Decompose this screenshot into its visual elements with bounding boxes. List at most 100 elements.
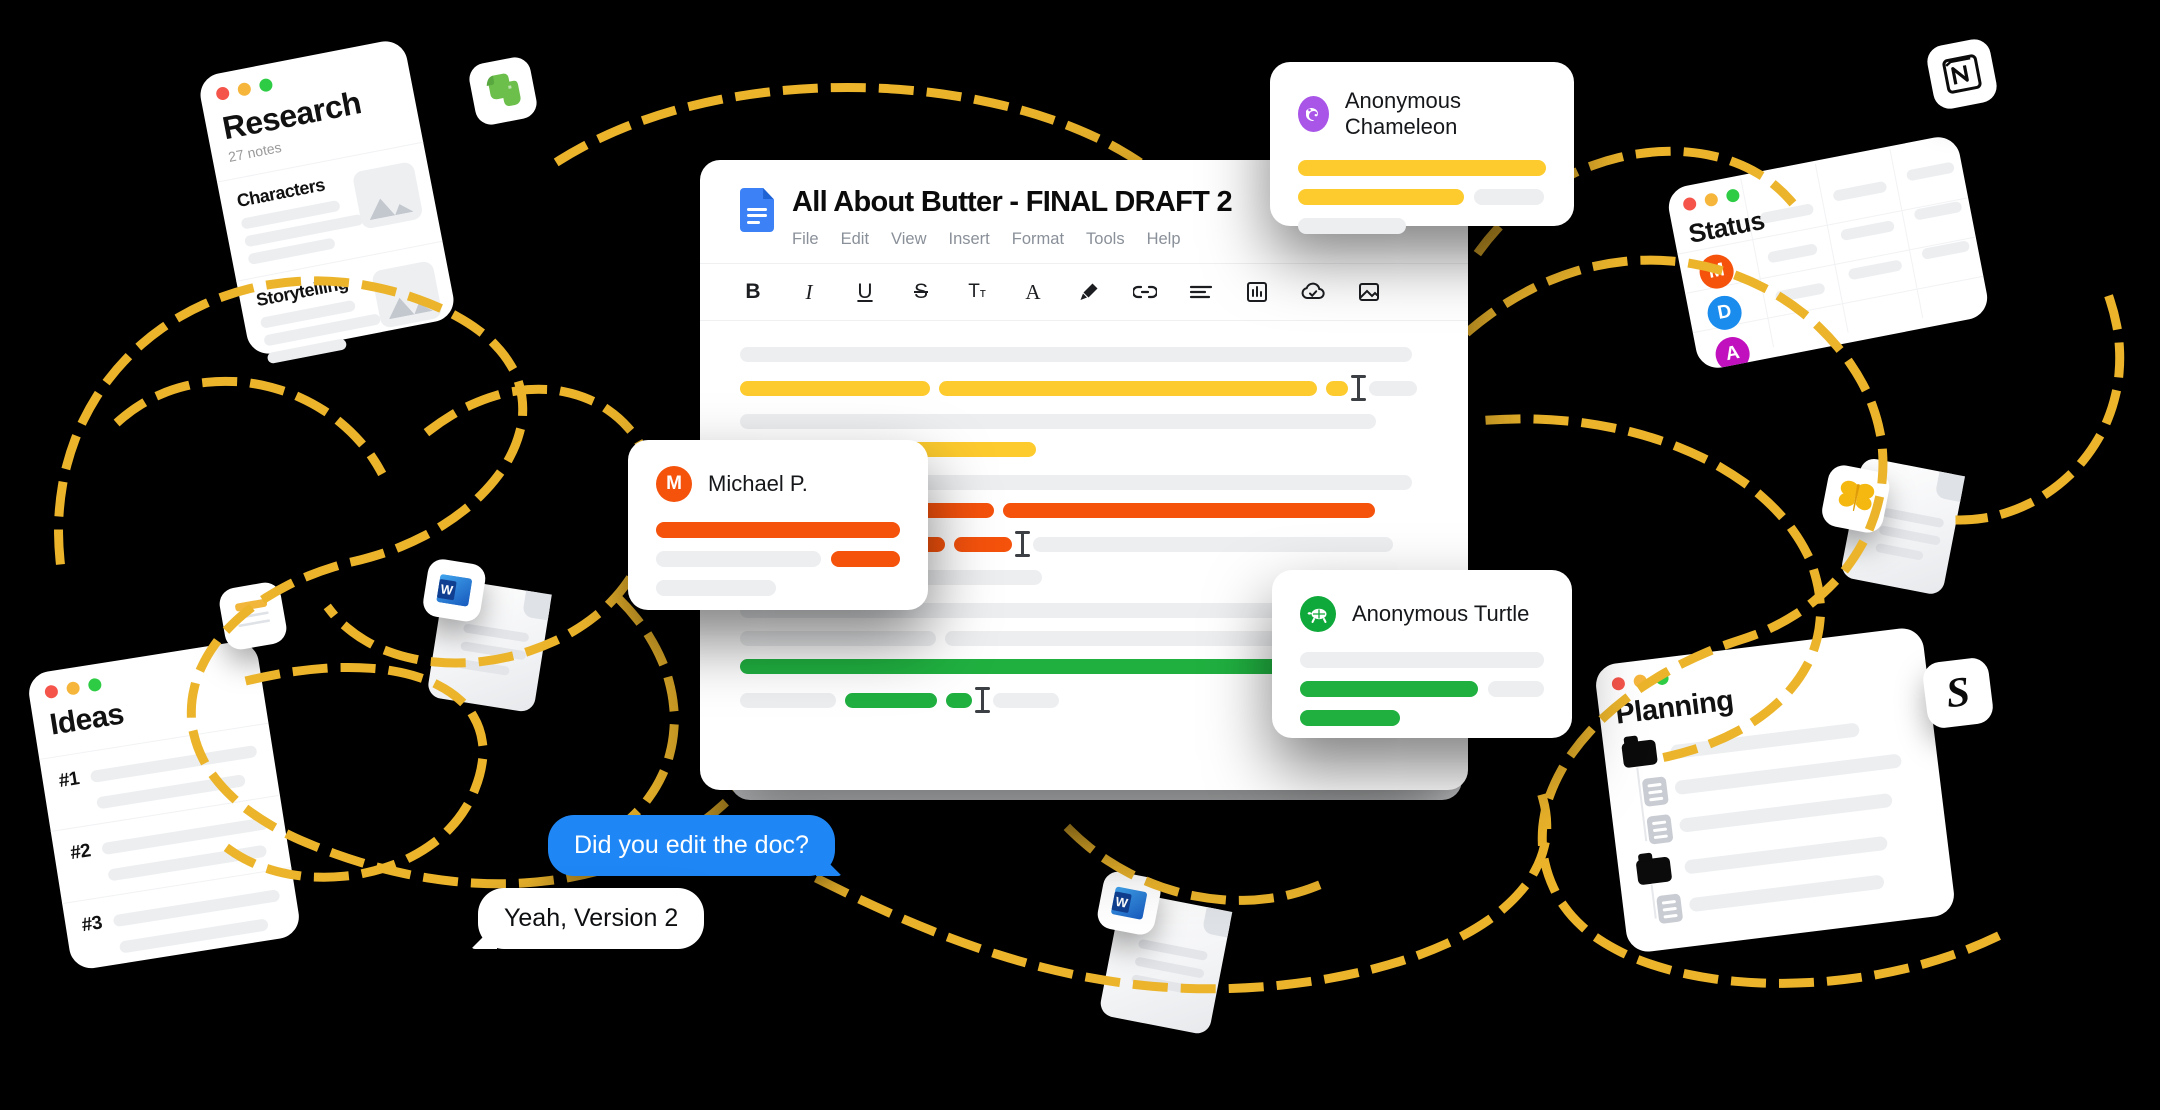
- image-placeholder: [371, 260, 443, 329]
- ulysses-file[interactable]: [1807, 437, 1984, 618]
- google-docs-icon: [740, 188, 774, 232]
- table-cell: [1766, 243, 1819, 264]
- scrivener-glyph: S: [1943, 668, 1973, 718]
- highlight-bar: [1300, 681, 1479, 697]
- collaborator-name: Anonymous Chameleon: [1344, 88, 1462, 139]
- underline-icon[interactable]: U: [852, 279, 878, 305]
- avatar[interactable]: M: [656, 466, 692, 502]
- italic-icon[interactable]: I: [796, 279, 822, 305]
- document-icon[interactable]: [1641, 776, 1669, 807]
- placeholder-bar: [1300, 652, 1544, 668]
- menu-item-view[interactable]: View: [891, 230, 926, 249]
- text-line: [740, 347, 1428, 362]
- chameleon-icon: [1306, 107, 1319, 121]
- collaborator-name: Michael P.: [708, 471, 808, 496]
- evernote-icon[interactable]: [466, 54, 540, 128]
- menu-bar[interactable]: File Edit View Insert Format Tools Help: [792, 230, 1232, 249]
- presence-card-turtle[interactable]: Anonymous Turtle: [1272, 570, 1572, 738]
- insert-image-icon[interactable]: [1356, 279, 1382, 305]
- card-research[interactable]: Research 27 notes Characters Storytellin…: [196, 37, 458, 365]
- highlight-bar: [1300, 710, 1400, 726]
- evernote-elephant-icon: [486, 73, 521, 106]
- card-ideas[interactable]: Ideas #1 #2 #3: [25, 638, 303, 972]
- note-lines-icon: [235, 598, 271, 628]
- idea-index: #1: [57, 768, 81, 793]
- menu-item-help[interactable]: Help: [1147, 230, 1181, 249]
- avatar-initial: D: [1715, 300, 1734, 324]
- placeholder-bar: [656, 551, 821, 567]
- avatar-initial: M: [666, 473, 682, 494]
- table-cell: [1847, 259, 1903, 281]
- cloud-saved-icon[interactable]: [1300, 279, 1326, 305]
- bold-icon[interactable]: B: [740, 279, 766, 305]
- highlight-bar: [656, 522, 900, 538]
- placeholder-bar: [1674, 753, 1903, 796]
- sticky-note-icon[interactable]: [217, 580, 289, 652]
- text-color-icon[interactable]: A: [1020, 279, 1046, 305]
- highlighter-icon[interactable]: [1076, 279, 1102, 305]
- placeholder-bar: [1683, 835, 1889, 875]
- collaborator-name: Anonymous Turtle: [1352, 601, 1530, 626]
- presence-card-chameleon[interactable]: Anonymous Chameleon: [1270, 62, 1574, 234]
- menu-item-edit[interactable]: Edit: [841, 230, 869, 249]
- font-size-icon[interactable]: Tт: [964, 279, 990, 305]
- text-cursor-turtle: [975, 687, 990, 713]
- notion-n-icon: [1942, 54, 1982, 94]
- link-icon[interactable]: [1132, 279, 1158, 305]
- presence-card-michael[interactable]: M Michael P.: [628, 440, 928, 610]
- ulysses-butterfly-icon[interactable]: [1819, 462, 1893, 536]
- turtle-icon: [1307, 608, 1327, 623]
- avatar[interactable]: [1298, 96, 1329, 132]
- presence-header: M Michael P.: [656, 466, 900, 502]
- scrivener-icon[interactable]: S: [1921, 656, 1995, 730]
- chat-bubble-outgoing[interactable]: Did you edit the doc?: [548, 815, 842, 876]
- chat-incoming-text: Yeah, Version 2: [504, 904, 679, 932]
- text-line: [740, 414, 1428, 429]
- align-left-icon[interactable]: [1188, 279, 1214, 305]
- folder-icon[interactable]: [1621, 739, 1658, 769]
- highlight-bar: [1298, 189, 1464, 205]
- avatar[interactable]: [1300, 596, 1336, 632]
- placeholder-bar: [656, 580, 776, 596]
- word-document-icon[interactable]: W: [421, 557, 488, 624]
- table-cell: [1774, 282, 1826, 303]
- folder-icon[interactable]: [1635, 856, 1673, 886]
- placeholder-bar: [1669, 722, 1861, 760]
- table-cell: [1839, 220, 1896, 242]
- menu-item-insert[interactable]: Insert: [949, 230, 990, 249]
- text-cursor-michael: [1015, 531, 1030, 557]
- notion-icon[interactable]: [1924, 36, 2000, 112]
- word-file-left[interactable]: W: [406, 549, 579, 730]
- placeholder-bar: [1298, 218, 1406, 234]
- word-w-icon: W: [436, 574, 472, 607]
- text-line-highlight-yellow: [740, 375, 1428, 401]
- chat-bubble-incoming[interactable]: Yeah, Version 2: [471, 888, 705, 949]
- avatar[interactable]: A: [1712, 334, 1753, 372]
- placeholder-bar: [1488, 681, 1544, 697]
- document-icon[interactable]: [1656, 893, 1684, 925]
- placeholder-bar: [1474, 189, 1544, 205]
- document-icon[interactable]: [1646, 813, 1674, 845]
- word-document-icon[interactable]: W: [1095, 869, 1164, 938]
- card-planning[interactable]: Planning: [1593, 625, 1957, 955]
- presence-header: Anonymous Chameleon: [1298, 88, 1546, 140]
- avatar[interactable]: D: [1704, 292, 1745, 333]
- menu-item-format[interactable]: Format: [1012, 230, 1064, 249]
- card-status[interactable]: Status M D A: [1665, 133, 1991, 372]
- text-cursor-chameleon: [1351, 375, 1366, 401]
- bubble-tail: [815, 850, 842, 876]
- page-fold: [1201, 907, 1233, 938]
- word-file-bottom[interactable]: W: [1075, 861, 1264, 1058]
- avatar-initial: M: [1706, 259, 1727, 283]
- bubble-tail: [471, 923, 497, 949]
- butterfly-icon: [1838, 480, 1875, 512]
- menu-item-tools[interactable]: Tools: [1086, 230, 1125, 249]
- menu-item-file[interactable]: File: [792, 230, 819, 249]
- idea-index: #3: [80, 912, 104, 937]
- highlight-bar: [830, 551, 900, 567]
- strikethrough-icon[interactable]: S: [908, 279, 934, 305]
- insert-chart-icon[interactable]: [1244, 279, 1270, 305]
- avatar[interactable]: M: [1696, 251, 1737, 292]
- document-title: All About Butter - FINAL DRAFT 2: [792, 186, 1233, 218]
- formatting-toolbar[interactable]: B I U S Tт A: [700, 263, 1468, 321]
